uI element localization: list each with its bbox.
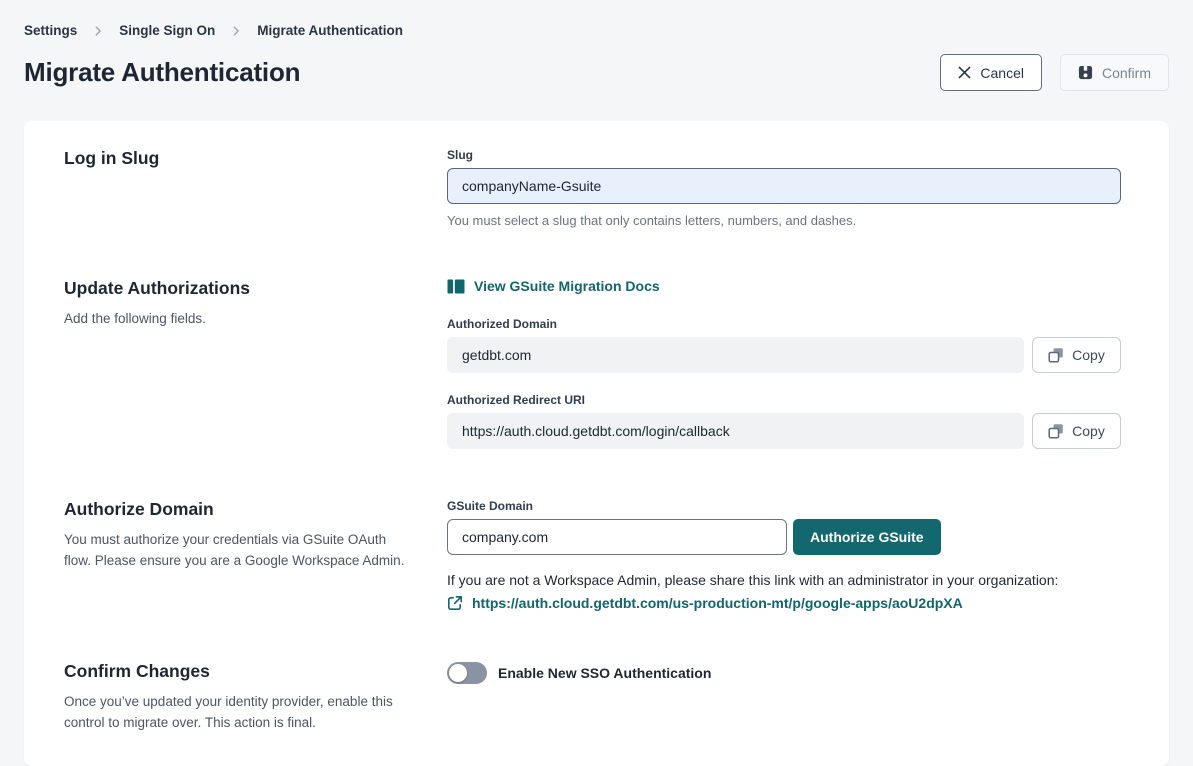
section-update-authorizations: Update Authorizations Add the following … — [64, 278, 1121, 449]
gsuite-domain-label: GSuite Domain — [447, 499, 1121, 513]
chevron-right-icon — [91, 24, 105, 38]
authorized-domain-input[interactable] — [447, 337, 1024, 373]
toggle-knob — [449, 664, 467, 682]
authorized-redirect-uri-input[interactable] — [447, 413, 1024, 449]
view-gsuite-migration-docs-link[interactable]: View GSuite Migration Docs — [447, 278, 660, 294]
section-authorize-domain: Authorize Domain You must authorize your… — [64, 499, 1121, 611]
authorize-domain-description: You must authorize your credentials via … — [64, 529, 409, 572]
confirm-changes-description: Once you’ve updated your identity provid… — [64, 691, 409, 734]
docs-link-label: View GSuite Migration Docs — [474, 278, 660, 294]
breadcrumb-single-sign-on[interactable]: Single Sign On — [119, 23, 215, 38]
section-confirm-changes: Confirm Changes Once you’ve updated your… — [64, 661, 1121, 734]
confirm-changes-heading: Confirm Changes — [64, 661, 447, 682]
gsuite-domain-input[interactable] — [447, 519, 787, 555]
authorized-redirect-uri-label: Authorized Redirect URI — [447, 393, 1121, 407]
enable-new-sso-toggle[interactable] — [447, 662, 487, 684]
update-authorizations-heading: Update Authorizations — [64, 278, 447, 299]
breadcrumb-settings[interactable]: Settings — [24, 23, 77, 38]
breadcrumb-current-page: Migrate Authentication — [257, 23, 403, 38]
copy-redirect-uri-button[interactable]: Copy — [1032, 413, 1121, 449]
copy-button-label: Copy — [1072, 347, 1105, 363]
breadcrumb: Settings Single Sign On Migrate Authenti… — [24, 23, 1169, 38]
cancel-button[interactable]: Cancel — [940, 54, 1042, 91]
save-icon — [1078, 65, 1093, 80]
slug-input[interactable] — [447, 168, 1121, 204]
update-authorizations-description: Add the following fields. — [64, 308, 409, 330]
confirm-button[interactable]: Confirm — [1060, 54, 1169, 91]
section-login-slug: Log in Slug Slug You must select a slug … — [64, 148, 1121, 228]
page-title: Migrate Authentication — [24, 57, 300, 88]
copy-button-label: Copy — [1072, 423, 1105, 439]
admin-share-link[interactable]: https://auth.cloud.getdbt.com/us-product… — [472, 595, 963, 611]
slug-helper-text: You must select a slug that only contain… — [447, 213, 1121, 228]
copy-authorized-domain-button[interactable]: Copy — [1032, 337, 1121, 373]
copy-icon — [1048, 347, 1064, 363]
copy-icon — [1048, 423, 1064, 439]
authorize-gsuite-button[interactable]: Authorize GSuite — [793, 519, 941, 555]
migrate-authentication-card: Log in Slug Slug You must select a slug … — [24, 121, 1169, 766]
workspace-admin-note: If you are not a Workspace Admin, please… — [447, 572, 1121, 588]
login-slug-heading: Log in Slug — [64, 148, 447, 169]
slug-field-label: Slug — [447, 148, 1121, 162]
page-header: Settings Single Sign On Migrate Authenti… — [0, 0, 1193, 91]
authorized-domain-label: Authorized Domain — [447, 317, 1121, 331]
enable-new-sso-toggle-label: Enable New SSO Authentication — [498, 665, 711, 681]
confirm-button-label: Confirm — [1102, 65, 1151, 81]
chevron-right-icon — [229, 24, 243, 38]
authorize-domain-heading: Authorize Domain — [64, 499, 447, 520]
close-icon — [958, 66, 971, 79]
external-link-icon — [447, 595, 463, 611]
cancel-button-label: Cancel — [980, 65, 1024, 81]
book-icon — [447, 279, 465, 294]
